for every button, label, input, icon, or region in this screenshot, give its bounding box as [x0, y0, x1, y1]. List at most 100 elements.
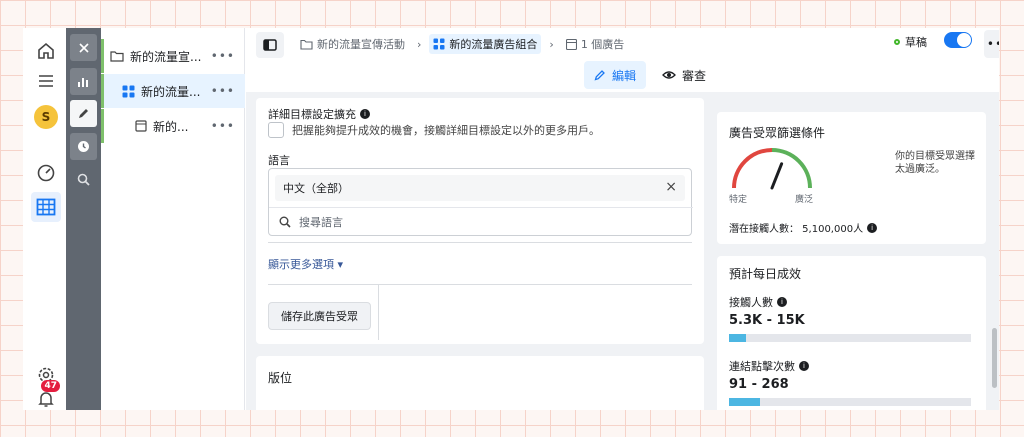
- tree-item-campaign[interactable]: 新的流量宣... •••: [101, 39, 245, 73]
- more-options-button[interactable]: •••: [984, 30, 999, 58]
- chevron-right-icon: ›: [549, 37, 554, 51]
- search-placeholder: 搜尋語言: [299, 215, 343, 229]
- gauge-red-segment: [732, 148, 773, 189]
- divider: [268, 242, 692, 243]
- tree-item-ad[interactable]: 新的... •••: [101, 109, 245, 143]
- audience-summary: 你的目標受眾選擇太過廣泛。: [895, 151, 975, 175]
- detail-expansion-checkbox[interactable]: [268, 122, 284, 138]
- breadcrumb-label: 1 個廣告: [580, 38, 625, 51]
- caret-down-icon: ▾: [337, 258, 344, 271]
- show-more-label: 顯示更多選項: [268, 258, 334, 271]
- audience-gauge: [732, 148, 812, 190]
- breadcrumb-adset[interactable]: 新的流量廣告組合: [429, 34, 542, 54]
- folder-icon: [110, 50, 124, 62]
- avatar: S: [34, 105, 58, 129]
- menu-icon[interactable]: [31, 66, 61, 96]
- reach-bar-fill: [729, 334, 746, 342]
- breadcrumb-campaign[interactable]: 新的流量宣傳活動: [296, 34, 409, 54]
- tab-edit[interactable]: 編輯: [584, 61, 647, 89]
- ad-page-icon: [135, 120, 147, 132]
- breadcrumb-ad[interactable]: 1 個廣告: [562, 34, 629, 54]
- audience-targeting-card: 詳細目標設定擴充 i 把握能夠提升成效的機會，接觸詳細目標設定以外的更多用戶。 …: [256, 98, 704, 344]
- close-icon[interactable]: [70, 34, 97, 61]
- chevron-right-icon: ›: [417, 37, 422, 51]
- dashboard-gauge-icon[interactable]: [31, 158, 61, 188]
- estimated-daily-results-card: 預計每日成效 接觸人數 i 5.3K - 15K 連結點擊次數 i 91 - 2…: [717, 256, 986, 410]
- info-icon[interactable]: i: [777, 297, 787, 307]
- toggle-panel-icon[interactable]: [256, 32, 284, 58]
- audience-definition-title: 廣告受眾篩選條件: [729, 126, 826, 140]
- reach-value: 5.3K - 15K: [729, 313, 805, 328]
- divider: [268, 284, 692, 285]
- audience-definition-card: 廣告受眾篩選條件 特定 廣泛 你的目標受眾選擇太過廣泛。 潛在接觸人數： 5,1…: [717, 112, 986, 244]
- more-options-icon[interactable]: •••: [211, 119, 235, 133]
- save-audience-button[interactable]: 儲存此廣告受眾: [268, 302, 371, 330]
- more-options-icon[interactable]: •••: [211, 49, 235, 63]
- chart-icon[interactable]: [70, 68, 97, 95]
- scrollbar[interactable]: [992, 328, 997, 388]
- eye-icon: [662, 70, 676, 80]
- info-icon[interactable]: i: [799, 361, 809, 371]
- status-dot-icon: [894, 39, 900, 45]
- clicks-bar: [729, 398, 971, 406]
- show-more-options-link[interactable]: 顯示更多選項 ▾: [268, 256, 343, 272]
- nav-rail: S 47: [23, 28, 67, 410]
- tab-label: 編輯: [612, 68, 637, 83]
- mode-tabs: 編輯 審查: [584, 61, 716, 89]
- reach-label-text: 接觸人數: [729, 296, 773, 309]
- breadcrumb-label: 新的流量宣傳活動: [317, 38, 405, 51]
- language-search-input[interactable]: 搜尋語言: [269, 207, 693, 235]
- clicks-value: 91 - 268: [729, 377, 789, 392]
- gauge-needle: [770, 162, 784, 190]
- folder-icon: [300, 39, 313, 50]
- campaign-tree: 新的流量宣... ••• 新的流量... ••• 新的... •••: [101, 28, 245, 410]
- reach-bar: [729, 334, 971, 342]
- tree-item-label: 新的流量宣...: [130, 49, 202, 64]
- main-editor: 新的流量宣傳活動 › 新的流量廣告組合 › 1 個廣告 草稿 •••: [246, 28, 999, 410]
- gauge-specific-label: 特定: [729, 195, 748, 205]
- ads-manager-window: S 47 新的流量宣... ••• 新的流量... ••• 新的... ••• …: [23, 28, 999, 410]
- potential-reach: 潛在接觸人數： 5,100,000人 i: [729, 220, 878, 235]
- breadcrumb: 新的流量宣傳活動 › 新的流量廣告組合 › 1 個廣告: [296, 33, 628, 55]
- editor-tool-strip: [66, 28, 101, 410]
- home-icon[interactable]: [31, 36, 61, 66]
- info-icon[interactable]: i: [867, 222, 878, 233]
- ad-page-icon: [565, 38, 577, 50]
- selected-language-value: 中文（全部）: [283, 182, 349, 195]
- remove-language-icon[interactable]: ×: [665, 179, 677, 195]
- zoom-search-icon[interactable]: [70, 166, 97, 193]
- account-avatar[interactable]: S: [31, 102, 61, 132]
- clicks-label: 連結點擊次數 i: [729, 358, 809, 374]
- editor-header: 新的流量宣傳活動 › 新的流量廣告組合 › 1 個廣告 草稿 •••: [246, 28, 999, 92]
- daily-results-title: 預計每日成效: [729, 267, 802, 281]
- notifications-bell-icon[interactable]: 47: [31, 380, 61, 410]
- table-icon[interactable]: [31, 192, 61, 222]
- pencil-edit-icon[interactable]: [70, 100, 97, 127]
- divider-vertical: [378, 284, 379, 340]
- search-icon: [279, 216, 291, 228]
- breadcrumb-label: 新的流量廣告組合: [449, 38, 538, 51]
- selected-language-chip: 中文（全部） ×: [275, 175, 685, 201]
- on-off-toggle[interactable]: [944, 32, 972, 48]
- tab-label: 審查: [682, 68, 707, 83]
- adset-grid-icon: [122, 85, 135, 98]
- tab-review[interactable]: 審查: [652, 61, 716, 89]
- status-badge: 草稿: [894, 34, 927, 50]
- tree-item-label: 新的流量...: [141, 84, 201, 99]
- reach-label: 接觸人數 i: [729, 294, 787, 310]
- notification-badge: 47: [41, 380, 60, 392]
- pencil-icon: [594, 69, 606, 81]
- clicks-label-text: 連結點擊次數: [729, 360, 795, 373]
- info-icon[interactable]: i: [360, 109, 370, 119]
- clock-history-icon[interactable]: [70, 133, 97, 160]
- detail-expansion-title: 詳細目標設定擴充: [268, 108, 356, 121]
- placements-card: 版位: [256, 356, 704, 410]
- gauge-green-segment: [771, 148, 812, 189]
- gauge-broad-label: 廣泛: [795, 195, 814, 205]
- more-options-icon[interactable]: •••: [211, 84, 235, 98]
- detail-expansion-heading: 詳細目標設定擴充 i: [268, 106, 370, 122]
- tree-item-adset[interactable]: 新的流量... •••: [101, 74, 245, 108]
- detail-expansion-description: 把握能夠提升成效的機會，接觸詳細目標設定以外的更多用戶。: [292, 124, 600, 137]
- clicks-bar-fill: [729, 398, 761, 406]
- tree-item-label: 新的...: [153, 119, 189, 134]
